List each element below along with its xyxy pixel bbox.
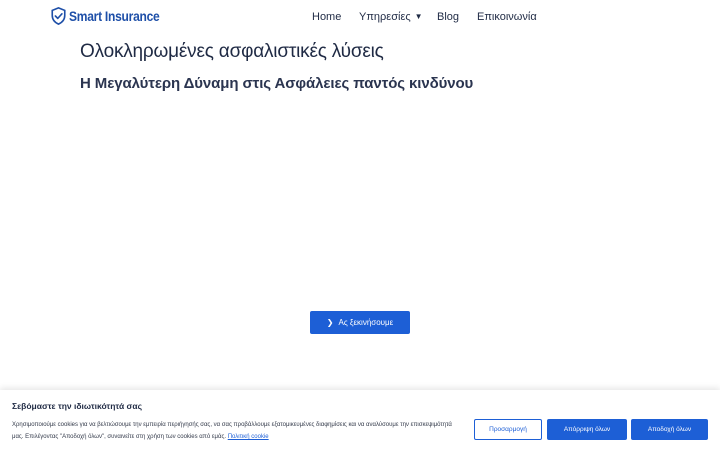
chevron-down-icon: ▼ [414,12,423,21]
nav-blog[interactable]: Blog [437,9,459,25]
accept-all-button[interactable]: Αποδοχή όλων [631,419,708,440]
reject-all-button[interactable]: Απόρριψη όλων [547,419,627,440]
chevron-right-icon: ❯ [326,318,334,327]
nav-contact[interactable]: Επικοινωνία [477,9,537,25]
cookie-policy-link[interactable]: Πολιτική cookie [228,434,269,440]
cookie-banner: Σεβόμαστε την ιδιωτικότητά σας Χρησιμοπο… [0,390,720,450]
site-header: Smart Insurance Home Υπηρεσίες ▼ Blog Επι… [0,0,720,34]
hero-subtitle: Η Μεγαλύτερη Δύναμη στις Ασφάλειες παντό… [80,75,474,92]
cookie-banner-text: Χρησιμοποιούμε cookies για να βελτιώσουμ… [12,419,452,443]
customize-cookies-button[interactable]: Προσαρμογή [474,419,542,440]
nav-services[interactable]: Υπηρεσίες ▼ [359,9,423,25]
get-started-label: Ας ξεκινήσουμε [338,318,394,327]
cookie-banner-title: Σεβόμαστε την ιδιωτικότητά σας [12,401,142,411]
get-started-button[interactable]: ❯ Ας ξεκινήσουμε [310,311,410,334]
main-nav: Home Υπηρεσίες ▼ Blog Επικοινωνία [0,9,720,25]
hero-title: Ολοκληρωμένες ασφαλιστικές λύσεις [80,41,384,62]
nav-home[interactable]: Home [312,9,341,25]
nav-services-label: Υπηρεσίες [359,11,411,23]
